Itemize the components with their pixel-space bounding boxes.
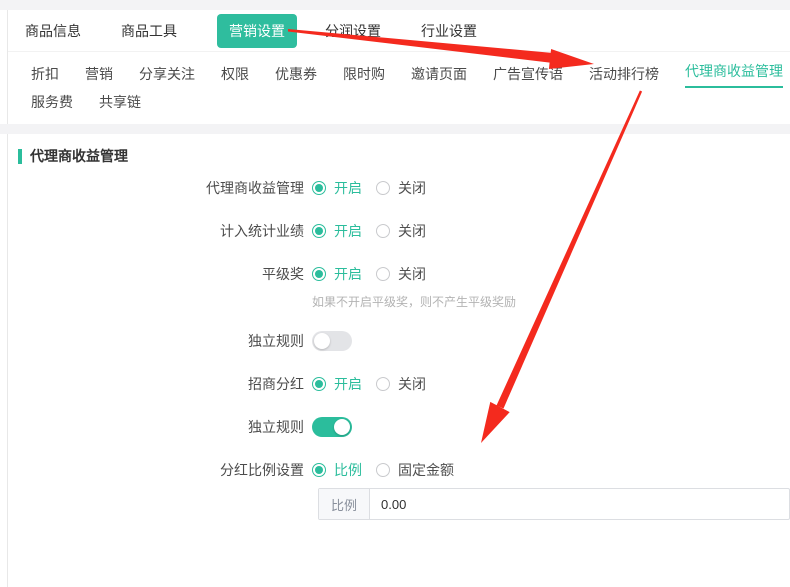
radio-icon [312,377,326,391]
tab-profit-settings[interactable]: 分润设置 [325,21,381,41]
main-panel: 代理商收益管理 代理商收益管理 开启 关闭 计入统计业绩 [7,134,790,587]
radio-icon [312,181,326,195]
subtab-permission[interactable]: 权限 [221,64,249,84]
form-row-peer-award: 平级奖 开启 关闭 [8,262,790,286]
form-row-dividend-ratio-setting: 分红比例设置 比例 固定金额 [8,458,790,482]
tabs-panel: 商品信息 商品工具 营销设置 分润设置 行业设置 折扣 营销 分享关注 权限 优… [7,10,790,124]
subtab-share-follow[interactable]: 分享关注 [139,64,195,84]
subtab-activity-ranking[interactable]: 活动排行榜 [589,64,659,84]
subtab-shared-chain[interactable]: 共享链 [99,92,141,112]
sub-tab-row-1: 折扣 营销 分享关注 权限 优惠券 限时购 邀请页面 广告宣传语 活动排行榜 代… [31,60,790,88]
ratio-input-prepend-label: 比例 [319,489,370,519]
form-label: 计入统计业绩 [8,221,304,241]
mid-gray-strip [0,124,790,134]
radio-label: 关闭 [398,178,426,198]
ratio-input-group: 比例 [318,488,790,520]
independent-rule-toggle-off[interactable] [312,331,352,351]
subtab-service-fee[interactable]: 服务费 [31,92,73,112]
section-header: 代理商收益管理 [8,148,790,164]
radio-open[interactable]: 开启 [312,264,362,284]
form-label: 代理商收益管理 [8,178,304,198]
radio-close[interactable]: 关闭 [376,264,426,284]
section-title: 代理商收益管理 [30,146,128,166]
radio-close[interactable]: 关闭 [376,178,426,198]
ratio-input-row: 比例 [318,488,790,520]
radio-label: 开启 [334,374,362,394]
peer-award-hint-row: 如果不开启平级奖，则不产生平级奖励 [8,293,790,310]
subtab-agent-revenue-management[interactable]: 代理商收益管理 [685,61,783,88]
radio-icon [312,224,326,238]
radio-label: 关闭 [398,264,426,284]
toggle-knob [334,419,350,435]
tab-product-tools[interactable]: 商品工具 [121,21,177,41]
top-gray-strip [0,0,790,10]
subtab-flash-sale[interactable]: 限时购 [343,64,385,84]
page: 商品信息 商品工具 营销设置 分润设置 行业设置 折扣 营销 分享关注 权限 优… [0,0,790,587]
form-row-investment-dividend: 招商分红 开启 关闭 [8,372,790,396]
radio-label: 开启 [334,221,362,241]
subtab-discount[interactable]: 折扣 [31,64,59,84]
tab-product-info[interactable]: 商品信息 [25,21,81,41]
independent-rule-toggle-on[interactable] [312,417,352,437]
sub-tab-bar: 折扣 营销 分享关注 权限 优惠券 限时购 邀请页面 广告宣传语 活动排行榜 代… [8,52,790,124]
radio-label: 开启 [334,264,362,284]
radio-icon [376,181,390,195]
radio-open[interactable]: 开启 [312,221,362,241]
form-label: 独立规则 [8,417,304,437]
form-label: 平级奖 [8,264,304,284]
radio-icon [376,463,390,477]
subtab-ad-slogan[interactable]: 广告宣传语 [493,64,563,84]
form-row-count-into-stats: 计入统计业绩 开启 关闭 [8,219,790,243]
form-row-agent-revenue: 代理商收益管理 开启 关闭 [8,176,790,200]
tab-marketing-settings[interactable]: 营销设置 [217,14,297,48]
radio-icon [312,463,326,477]
form-row-independent-rule-1: 独立规则 [8,329,790,353]
form-label: 独立规则 [8,331,304,351]
tab-industry-settings[interactable]: 行业设置 [421,21,477,41]
subtab-invite-page[interactable]: 邀请页面 [411,64,467,84]
sub-tab-row-2: 服务费 共享链 [31,88,790,116]
toggle-knob [314,333,330,349]
radio-close[interactable]: 关闭 [376,221,426,241]
radio-label: 开启 [334,178,362,198]
radio-ratio[interactable]: 比例 [312,460,362,480]
radio-open[interactable]: 开启 [312,374,362,394]
radio-close[interactable]: 关闭 [376,374,426,394]
radio-fixed-amount[interactable]: 固定金额 [376,460,454,480]
radio-label: 关闭 [398,374,426,394]
radio-label: 比例 [334,460,362,480]
radio-icon [376,377,390,391]
form-row-independent-rule-2: 独立规则 [8,415,790,439]
section-accent-bar [18,149,22,164]
radio-icon [376,267,390,281]
subtab-marketing[interactable]: 营销 [85,64,113,84]
radio-label: 关闭 [398,221,426,241]
settings-form: 代理商收益管理 开启 关闭 计入统计业绩 [8,176,790,520]
ratio-input[interactable] [370,489,789,519]
radio-open[interactable]: 开启 [312,178,362,198]
radio-label: 固定金额 [398,460,454,480]
form-label: 招商分红 [8,374,304,394]
subtab-coupon[interactable]: 优惠券 [275,64,317,84]
form-label: 分红比例设置 [8,460,304,480]
primary-tab-bar: 商品信息 商品工具 营销设置 分润设置 行业设置 [8,10,790,52]
radio-icon [376,224,390,238]
radio-icon [312,267,326,281]
peer-award-hint: 如果不开启平级奖，则不产生平级奖励 [312,293,516,310]
